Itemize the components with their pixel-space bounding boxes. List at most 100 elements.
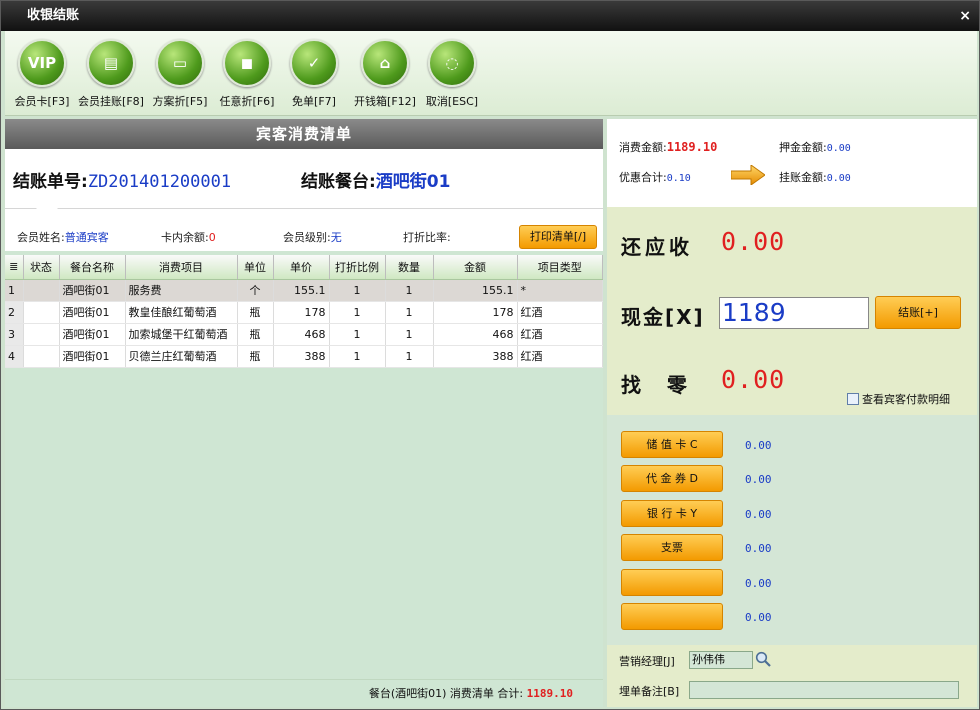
cell-amount: 155.1: [433, 279, 518, 302]
member-credit-icon: ▤: [87, 39, 135, 87]
table-row[interactable]: 4 酒吧街01 贝德兰庄红葡萄酒 瓶 388 1 1 388 红酒: [5, 345, 603, 368]
cash-input[interactable]: 1189: [719, 297, 869, 329]
cell-item: 加索城堡干红葡萄酒: [125, 323, 238, 346]
title-bar: 收银结账 ×: [1, 1, 979, 31]
cancel-button[interactable]: ◌ 取消[ESC]: [417, 39, 487, 109]
cell-discount: 1: [329, 301, 386, 324]
cell-unit: 瓶: [237, 345, 274, 368]
cell-status: [23, 345, 60, 368]
bubble-pointer: [35, 207, 59, 219]
cell-amount: 178: [433, 301, 518, 324]
member-name-label: 会员姓名:: [17, 231, 65, 244]
cell-price: 178: [273, 301, 330, 324]
footer-text: 餐台(酒吧街01) 消费清单 合计:: [368, 687, 524, 700]
order-number-label: 结账单号:: [13, 172, 88, 192]
vip-card-button[interactable]: VIP 会员卡[F3]: [7, 39, 77, 109]
col-item[interactable]: 消费项目: [125, 255, 238, 280]
cell-discount: 1: [329, 323, 386, 346]
custom-discount-label: 任意折[F6]: [219, 95, 275, 108]
cell-amount: 388: [433, 345, 518, 368]
free-order-button[interactable]: ✓ 免单[F7]: [279, 39, 349, 109]
member-name-value: 普通宾客: [64, 231, 109, 244]
member-credit-label: 会员挂账[F8]: [78, 95, 144, 108]
bill-note-input[interactable]: [689, 681, 959, 699]
member-level: 会员级别:无: [283, 229, 342, 245]
close-icon[interactable]: ×: [959, 1, 971, 31]
cash-drawer-button[interactable]: ⌂ 开钱箱[F12]: [350, 39, 420, 109]
col-qty[interactable]: 数量: [385, 255, 434, 280]
row-selector-icon[interactable]: ≣: [5, 255, 24, 280]
cell-table-name: 酒吧街01: [59, 279, 126, 302]
plan-discount-label: 方案折[F5]: [152, 95, 208, 108]
payment-method-amount-6: 0.00: [745, 611, 772, 624]
col-price[interactable]: 单价: [273, 255, 330, 280]
cell-qty: 1: [385, 301, 434, 324]
cell-price: 155.1: [273, 279, 330, 302]
table-row[interactable]: 1 酒吧街01 服务费 个 155.1 1 1 155.1 *: [5, 279, 603, 302]
col-amount[interactable]: 金额: [433, 255, 518, 280]
plan-discount-button[interactable]: ▭ 方案折[F5]: [145, 39, 215, 109]
deposit-amount: 押金金额:0.00: [779, 139, 851, 155]
cell-status: [23, 323, 60, 346]
col-table-name[interactable]: 餐台名称: [59, 255, 126, 280]
col-unit[interactable]: 单位: [237, 255, 274, 280]
card-balance-label: 卡内余额:: [161, 231, 209, 244]
cell-discount: 1: [329, 279, 386, 302]
member-level-label: 会员级别:: [283, 231, 331, 244]
payment-detail-checkbox[interactable]: 查看宾客付款明细: [847, 391, 950, 407]
bank-card-button[interactable]: 银 行 卡 Y: [621, 500, 723, 527]
cell-status: [23, 279, 60, 302]
table-row[interactable]: 3 酒吧街01 加索城堡干红葡萄酒 瓶 468 1 1 468 红酒: [5, 323, 603, 346]
col-discount[interactable]: 打折比例: [329, 255, 386, 280]
member-credit-button[interactable]: ▤ 会员挂账[F8]: [76, 39, 146, 109]
discount-total-value: 0.10: [666, 173, 691, 184]
custom-discount-icon: ◼: [223, 39, 271, 87]
settle-button[interactable]: 结账[+]: [875, 296, 961, 329]
payment-method-button-5[interactable]: [621, 569, 723, 596]
discount-total-label: 优惠合计:: [619, 171, 667, 184]
checkbox-icon[interactable]: [847, 393, 859, 405]
cell-price: 468: [273, 323, 330, 346]
discount-rate: 打折比率:: [403, 229, 451, 245]
consume-amount: 消费金额:1189.10: [619, 139, 717, 155]
cell-unit: 个: [237, 279, 274, 302]
sales-manager-input[interactable]: 孙伟伟: [689, 651, 753, 669]
stored-value-card-button[interactable]: 储 值 卡 C: [621, 431, 723, 458]
table-row[interactable]: 2 酒吧街01 教皇佳酿红葡萄酒 瓶 178 1 1 178 红酒: [5, 301, 603, 324]
col-status[interactable]: 状态: [23, 255, 60, 280]
payment-methods: 储 值 卡 C 0.00 代 金 券 D 0.00 银 行 卡 Y 0.00 支…: [607, 415, 977, 645]
payment-panel: 消费金额:1189.10 押金金额:0.00 优惠合计:0.10 挂账金额:0.…: [607, 119, 977, 707]
sales-manager-label: 营销经理[J]: [619, 655, 675, 668]
cheque-button[interactable]: 支票: [621, 534, 723, 561]
row-index: 1: [5, 279, 24, 302]
bill-footer: 餐台(酒吧街01) 消费清单 合计: 1189.10: [5, 679, 603, 707]
bill-header: 宾客消费清单: [5, 119, 603, 149]
table-header-row: ≣ 状态 餐台名称 消费项目 单位 单价 打折比例 数量 金额 项目类型: [5, 255, 603, 280]
print-list-button[interactable]: 打印清单[/]: [519, 225, 597, 249]
cell-qty: 1: [385, 323, 434, 346]
order-info: 结账单号:ZD201401200001 结账餐台:酒吧街01: [5, 149, 603, 209]
stored-value-card-amount: 0.00: [745, 439, 772, 452]
vip-card-label: 会员卡[F3]: [14, 95, 70, 108]
cell-type: *: [517, 279, 603, 302]
cell-type: 红酒: [517, 301, 603, 324]
col-type[interactable]: 项目类型: [517, 255, 603, 280]
row-index: 2: [5, 301, 24, 324]
cell-status: [23, 301, 60, 324]
member-level-value: 无: [330, 231, 342, 244]
search-icon[interactable]: [755, 651, 771, 667]
deposit-amount-value: 0.00: [826, 143, 851, 154]
card-balance: 卡内余额:0: [161, 229, 216, 245]
custom-discount-button[interactable]: ◼ 任意折[F6]: [212, 39, 282, 109]
payment-method-button-6[interactable]: [621, 603, 723, 630]
cheque-amount: 0.00: [745, 542, 772, 555]
cancel-icon: ◌: [428, 39, 476, 87]
cancel-label: 取消[ESC]: [425, 95, 479, 108]
cell-price: 388: [273, 345, 330, 368]
voucher-amount: 0.00: [745, 473, 772, 486]
voucher-button[interactable]: 代 金 券 D: [621, 465, 723, 492]
cell-item: 服务费: [125, 279, 238, 302]
bill-extra-info: 营销经理[J] 孙伟伟 埋单备注[B]: [607, 645, 977, 707]
cell-discount: 1: [329, 345, 386, 368]
free-order-label: 免单[F7]: [292, 95, 336, 108]
